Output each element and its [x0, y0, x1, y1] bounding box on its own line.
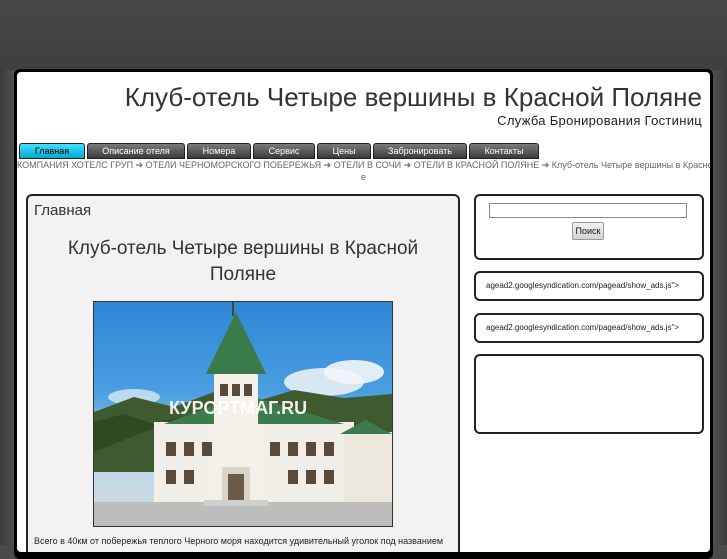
section-heading: Главная — [34, 202, 92, 219]
search-input[interactable] — [489, 203, 687, 218]
breadcrumb: КОМПАНИЯ ХОТЕЛС ГРУП ➔ ОТЕЛИ ЧЕРНОМОРСКО… — [17, 159, 710, 183]
breadcrumb-line-wrap: е — [360, 172, 366, 182]
nav-item-rooms[interactable]: Номера — [187, 143, 251, 159]
hotel-photo: КУРОРТМАГ.RU — [93, 301, 393, 527]
page-background-left — [0, 70, 14, 545]
nav-item-home[interactable]: Главная — [19, 143, 85, 159]
nav-item-contacts[interactable]: Контакты — [469, 143, 539, 159]
ad-box: agead2.googlesyndication.com/pagead/show… — [474, 271, 704, 301]
empty-sidebar-box — [474, 354, 704, 434]
ad-script-text: agead2.googlesyndication.com/pagead/show… — [486, 281, 679, 290]
nav-item-hotel-description[interactable]: Описание отеля — [87, 143, 185, 159]
nav-item-prices[interactable]: Цены — [317, 143, 371, 159]
page-background-top — [0, 0, 727, 70]
photo-watermark: КУРОРТМАГ.RU — [169, 398, 308, 418]
ad-script-text: agead2.googlesyndication.com/pagead/show… — [486, 323, 679, 332]
search-button[interactable]: Поиск — [572, 222, 604, 240]
nav-item-service[interactable]: Сервис — [253, 143, 315, 159]
breadcrumb-line[interactable]: КОМПАНИЯ ХОТЕЛС ГРУП ➔ ОТЕЛИ ЧЕРНОМОРСКО… — [17, 159, 710, 171]
site-subtitle: Служба Бронирования Гостиниц — [497, 113, 702, 128]
nav-item-book[interactable]: Забронировать — [373, 143, 467, 159]
article-title: Клуб-отель Четыре вершины в Красной Поля… — [67, 238, 419, 285]
page-background-right — [713, 70, 727, 545]
search-box: Поиск — [474, 194, 704, 260]
main-content-box: Главная Клуб-отель Четыре вершины в Крас… — [26, 194, 460, 552]
site-title: Клуб-отель Четыре вершины в Красной Поля… — [124, 82, 702, 112]
main-nav: Главная Описание отеля Номера Сервис Цен… — [19, 143, 709, 159]
page-content: Клуб-отель Четыре вершины в Красной Поля… — [17, 72, 710, 552]
ad-box: agead2.googlesyndication.com/pagead/show… — [474, 313, 704, 343]
